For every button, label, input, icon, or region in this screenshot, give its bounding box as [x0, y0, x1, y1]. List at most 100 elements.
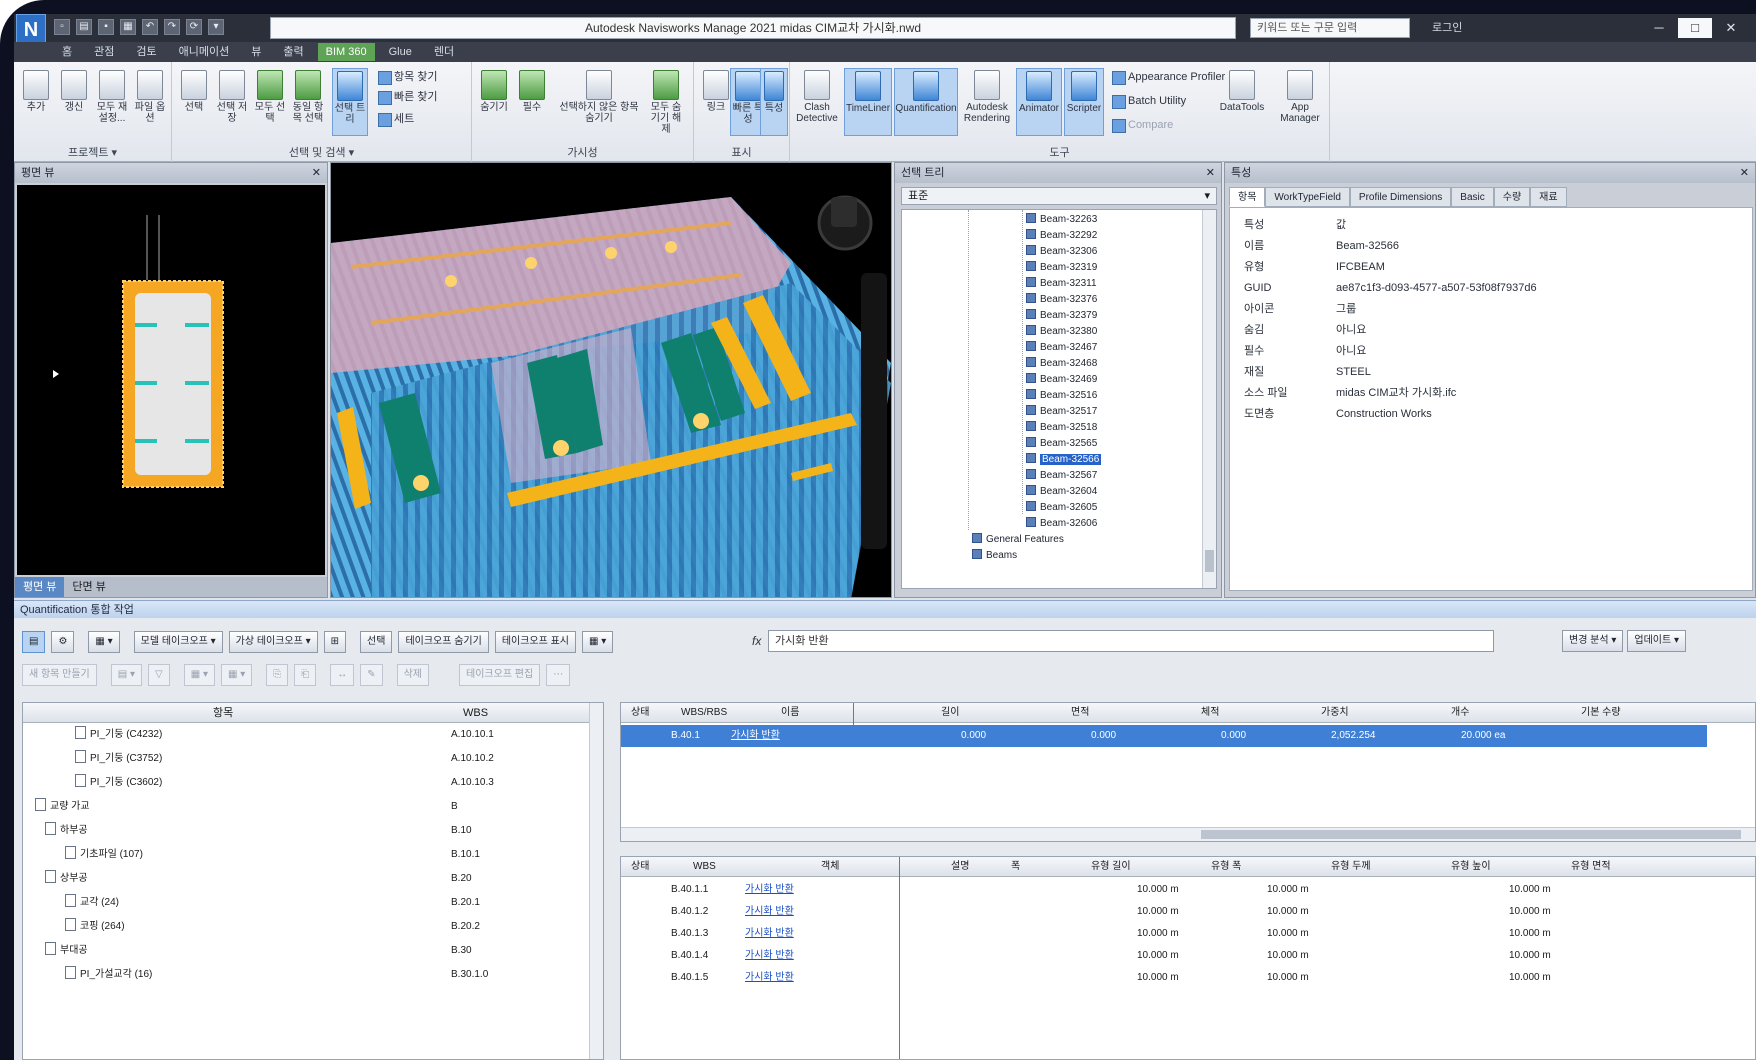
- tree-item[interactable]: Beam-32606: [1026, 516, 1097, 532]
- close-icon[interactable]: ✕: [1206, 163, 1215, 183]
- tab-glue[interactable]: Glue: [381, 43, 420, 61]
- tab-home[interactable]: 홈: [54, 43, 80, 61]
- tree-item[interactable]: Beam-32263: [1026, 212, 1097, 228]
- column-header[interactable]: 상태: [631, 857, 649, 877]
- qat-dropdown-icon[interactable]: ▾: [208, 19, 224, 35]
- find-items-button[interactable]: 항목 찾기: [376, 68, 438, 86]
- table-row[interactable]: B.40.1.1 가시화 반환 10.000 m 10.000 m 10.000 m: [621, 879, 1755, 901]
- tree-item[interactable]: General Features: [972, 532, 1064, 548]
- batch-utility-button[interactable]: Batch Utility: [1110, 92, 1186, 110]
- tree-item[interactable]: Beam-32469: [1026, 372, 1097, 388]
- tree-item[interactable]: Beam-32380: [1026, 324, 1097, 340]
- tree-item[interactable]: Beam-32379: [1026, 308, 1097, 324]
- scrollbar-thumb[interactable]: [1205, 550, 1214, 572]
- column-header[interactable]: 유형 두께: [1331, 857, 1371, 877]
- change-analysis-button[interactable]: 변경 분석 ▾: [1562, 630, 1624, 652]
- tab-viewpoint[interactable]: 관점: [86, 43, 122, 61]
- column-header[interactable]: 상태: [631, 703, 649, 723]
- maximize-button[interactable]: □: [1678, 18, 1712, 38]
- items-scrollbar[interactable]: [589, 703, 603, 1059]
- view-options-button[interactable]: ▦ ▾: [88, 631, 120, 653]
- column-header[interactable]: 객체: [821, 857, 839, 877]
- new-file-icon[interactable]: ▫: [54, 19, 70, 35]
- select-button[interactable]: 선택: [176, 68, 212, 136]
- tab-review[interactable]: 검토: [128, 43, 164, 61]
- tree-item[interactable]: Beam-32605: [1026, 500, 1097, 516]
- column-header[interactable]: 유형 폭: [1211, 857, 1241, 877]
- model-takeoff-button[interactable]: 모델 테이크오프 ▾: [133, 631, 223, 653]
- quick-find-input[interactable]: 빠른 찾기: [376, 88, 438, 106]
- table-cell[interactable]: 가시화 반환: [745, 923, 794, 945]
- help-search-input[interactable]: 키워드 또는 구문 입력: [1250, 18, 1410, 38]
- column-header[interactable]: 이름: [781, 703, 799, 723]
- column-header[interactable]: 폭: [1011, 857, 1020, 877]
- ribbon-group-label[interactable]: 선택 및 검색 ▾: [172, 144, 471, 160]
- select-same-button[interactable]: 동일 항목 선택: [290, 68, 326, 136]
- tree-scrollbar[interactable]: [1202, 210, 1216, 588]
- tree-item[interactable]: Beams: [972, 548, 1017, 564]
- quantification-button[interactable]: Quantification: [894, 68, 958, 136]
- appearance-profiler-button[interactable]: Appearance Profiler: [1110, 68, 1225, 86]
- tree-mode-select[interactable]: 표준 ▾: [901, 187, 1217, 205]
- formula-input[interactable]: 가시화 반환: [768, 630, 1494, 652]
- column-header[interactable]: 유형 면적: [1571, 857, 1611, 877]
- table-row[interactable]: B.40.1 가시화 반환 0.000 0.000 0.000 2,052.254 20.0…: [621, 725, 1707, 747]
- plan-view-canvas[interactable]: [17, 185, 325, 575]
- column-header[interactable]: 체적: [1201, 703, 1219, 723]
- column-header[interactable]: 기본 수량: [1581, 703, 1621, 723]
- table-cell[interactable]: 가시화 반환: [745, 967, 794, 989]
- tree-item[interactable]: Beam-32467: [1026, 340, 1097, 356]
- update-button[interactable]: 업데이트 ▾: [1627, 630, 1686, 652]
- list-item[interactable]: 부대공 B.30: [23, 939, 591, 963]
- column-header[interactable]: 길이: [941, 703, 959, 723]
- table-row[interactable]: B.40.1.3 가시화 반환 10.000 m 10.000 m 10.000 m: [621, 923, 1755, 945]
- save-selection-button[interactable]: 선택 저장: [214, 68, 250, 136]
- tree-item[interactable]: Beam-32567: [1026, 468, 1097, 484]
- selection-tree-button[interactable]: 선택 트리: [332, 68, 368, 136]
- table-cell[interactable]: 가시화 반환: [745, 901, 794, 923]
- table-row[interactable]: B.40.1.2 가시화 반환 10.000 m 10.000 m 10.000 m: [621, 901, 1755, 923]
- table-row[interactable]: B.40.1.5 가시화 반환 10.000 m 10.000 m 10.000 m: [621, 967, 1755, 989]
- list-item[interactable]: PI_기둥 (C4232) A.10.10.1: [23, 723, 591, 747]
- ribbon-group-label[interactable]: 프로젝트 ▾: [14, 144, 171, 160]
- column-header[interactable]: 가중치: [1321, 703, 1349, 723]
- refresh-icon[interactable]: ⟳: [186, 19, 202, 35]
- tab-bim360[interactable]: BIM 360: [317, 43, 375, 61]
- virtual-takeoff-button[interactable]: 가상 테이크오프 ▾: [228, 631, 318, 653]
- tab-quantity[interactable]: 수량: [1493, 187, 1531, 207]
- tab-animation[interactable]: 애니메이션: [171, 43, 238, 61]
- close-icon[interactable]: ✕: [312, 163, 321, 183]
- tree-item[interactable]: Beam-32604: [1026, 484, 1097, 500]
- app-manager-button[interactable]: App Manager: [1272, 68, 1328, 136]
- undo-icon[interactable]: ↶: [142, 19, 158, 35]
- hide-button[interactable]: 숨기기: [476, 68, 512, 136]
- table-cell[interactable]: 가시화 반환: [745, 879, 794, 901]
- redo-icon[interactable]: ↷: [164, 19, 180, 35]
- table-cell[interactable]: 가시화 반환: [745, 945, 794, 967]
- column-header[interactable]: 설명: [951, 857, 969, 877]
- unhide-all-button[interactable]: 모두 숨기기 해제: [648, 68, 684, 136]
- column-header[interactable]: WBS: [693, 857, 716, 877]
- scrollbar-thumb[interactable]: [1201, 830, 1741, 839]
- timeliner-button[interactable]: TimeLiner: [844, 68, 892, 136]
- tree-item[interactable]: Beam-32319: [1026, 260, 1097, 276]
- animator-button[interactable]: Animator: [1016, 68, 1062, 136]
- file-options-button[interactable]: 파일 옵션: [132, 68, 168, 136]
- takeoff-options-button[interactable]: ⊞: [323, 631, 347, 653]
- sets-dropdown[interactable]: 세트: [376, 110, 414, 128]
- close-button[interactable]: ✕: [1714, 18, 1748, 38]
- list-item[interactable]: 교각 (24) B.20.1: [23, 891, 591, 915]
- tree-item[interactable]: Beam-32306: [1026, 244, 1097, 260]
- tab-view[interactable]: 뷰: [243, 43, 269, 61]
- open-file-icon[interactable]: ▤: [76, 19, 92, 35]
- list-item[interactable]: PI_가설교각 (16) B.30.1.0: [23, 963, 591, 987]
- tree-item[interactable]: Beam-32516: [1026, 388, 1097, 404]
- list-item[interactable]: 코핑 (264) B.20.2: [23, 915, 591, 939]
- tab-output[interactable]: 출력: [275, 43, 311, 61]
- sign-in-label[interactable]: 로그인: [1432, 19, 1512, 37]
- save-icon[interactable]: ▪: [98, 19, 114, 35]
- tab-render[interactable]: 렌더: [426, 43, 462, 61]
- export-dropdown-button[interactable]: ▦ ▾: [582, 631, 614, 653]
- list-item[interactable]: PI_기둥 (C3752) A.10.10.2: [23, 747, 591, 771]
- scripter-button[interactable]: Scripter: [1064, 68, 1104, 136]
